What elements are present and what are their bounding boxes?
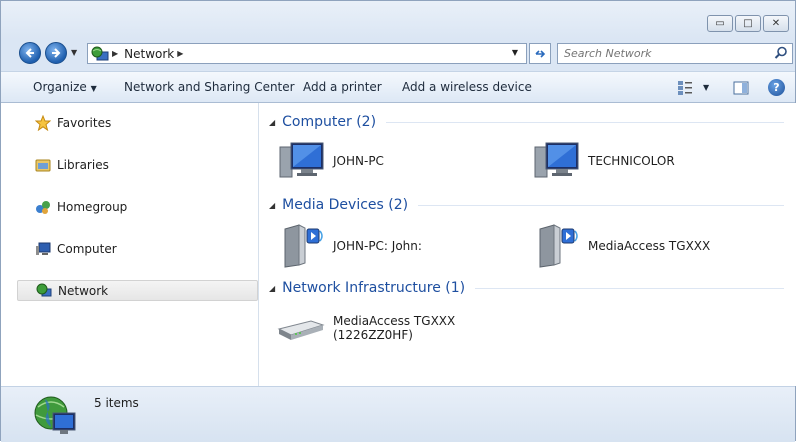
back-arrow-icon xyxy=(25,48,34,58)
item-label: JOHN-PC: John: xyxy=(333,239,422,253)
item-label-line2: (1226ZZ0HF) xyxy=(333,328,413,342)
group-header-network-infrastructure[interactable]: ◢ Network Infrastructure (1) xyxy=(269,278,784,298)
item-label-line1: MediaAccess TGXXX xyxy=(333,314,456,328)
list-item-john-pc[interactable]: JOHN-PC xyxy=(279,141,384,181)
window-controls: ▭ □ ✕ xyxy=(707,15,789,32)
maximize-button[interactable]: □ xyxy=(735,15,761,32)
forward-button[interactable] xyxy=(45,42,67,64)
search-input[interactable] xyxy=(564,45,764,62)
view-options-dropdown[interactable]: ▼ xyxy=(703,83,709,92)
sidebar-item-label: Homegroup xyxy=(57,199,128,214)
address-row: ▼ ▶ Network ▶ ▼ xyxy=(1,39,795,67)
help-button[interactable]: ? xyxy=(768,79,785,96)
organize-label: Organize xyxy=(33,80,87,94)
sidebar-item-libraries[interactable]: Libraries xyxy=(17,154,258,175)
group-header-media-devices[interactable]: ◢ Media Devices (2) xyxy=(269,195,784,215)
star-icon xyxy=(35,114,51,131)
list-item-technicolor[interactable]: TECHNICOLOR xyxy=(534,141,675,181)
sidebar-item-computer[interactable]: Computer xyxy=(17,238,258,259)
item-label: MediaAccess TGXXX (1226ZZ0HF) xyxy=(333,314,455,342)
media-device-icon xyxy=(284,224,323,268)
list-item-john-pc-media[interactable]: JOHN-PC: John: xyxy=(281,223,422,269)
search-icon[interactable] xyxy=(774,46,788,60)
add-wireless-device-button[interactable]: Add a wireless device xyxy=(402,80,532,94)
collapse-triangle-icon[interactable]: ◢ xyxy=(269,118,275,127)
sidebar-item-network[interactable]: Network xyxy=(17,280,258,301)
preview-pane-icon[interactable] xyxy=(733,80,749,96)
details-pane: 5 items xyxy=(1,386,795,442)
group-divider xyxy=(386,121,784,123)
item-label: JOHN-PC xyxy=(333,154,384,168)
change-view-icon[interactable] xyxy=(677,80,693,96)
item-label: MediaAccess TGXXX xyxy=(588,239,711,253)
collapse-triangle-icon[interactable]: ◢ xyxy=(269,201,275,210)
sidebar-item-label: Network xyxy=(58,283,109,298)
group-divider xyxy=(475,287,784,289)
list-item-mediaaccess-media[interactable]: MediaAccess TGXXX xyxy=(536,223,710,269)
computer-monitor-icon xyxy=(534,142,579,178)
close-button[interactable]: ✕ xyxy=(763,15,789,32)
network-globe-large-icon xyxy=(34,396,76,434)
forward-arrow-icon xyxy=(52,48,61,58)
add-printer-button[interactable]: Add a printer xyxy=(303,80,382,94)
address-bar[interactable]: ▶ Network ▶ ▼ xyxy=(87,43,527,64)
chevron-down-icon: ▼ xyxy=(90,84,97,93)
navigation-pane: Favorites Libraries Homegroup Computer N… xyxy=(1,103,259,386)
sidebar-item-label: Libraries xyxy=(57,157,109,172)
organize-menu[interactable]: Organize ▼ xyxy=(33,80,97,94)
explorer-window: ▭ □ ✕ ▼ ▶ Network ▶ ▼ Search Network Org… xyxy=(0,0,796,442)
group-header-computer[interactable]: ◢ Computer (2) xyxy=(269,112,784,132)
item-label: TECHNICOLOR xyxy=(588,154,675,168)
homegroup-icon xyxy=(36,200,50,214)
breadcrumb-root-arrow[interactable]: ▶ xyxy=(112,49,118,58)
content-pane: ◢ Computer (2) JOHN-PC TECHNICOLOR ◢ Med… xyxy=(259,103,796,386)
title-bar: ▭ □ ✕ xyxy=(1,1,795,39)
refresh-button[interactable] xyxy=(529,43,551,64)
sidebar-item-favorites[interactable]: Favorites xyxy=(17,112,258,133)
refresh-icon xyxy=(535,49,546,58)
item-count-label: 5 items xyxy=(94,396,139,410)
search-box[interactable] xyxy=(557,43,793,64)
recent-pages-dropdown[interactable]: ▼ xyxy=(71,48,77,57)
collapse-triangle-icon[interactable]: ◢ xyxy=(269,284,275,293)
list-item-mediaaccess-router[interactable]: MediaAccess TGXXX (1226ZZ0HF) xyxy=(277,313,455,343)
group-divider xyxy=(418,204,784,206)
computer-monitor-icon xyxy=(279,142,324,178)
group-title: Computer (2) xyxy=(282,114,377,130)
breadcrumb-next-arrow[interactable]: ▶ xyxy=(177,49,183,58)
breadcrumb-network[interactable]: Network xyxy=(124,47,174,61)
group-title: Media Devices (2) xyxy=(282,197,409,213)
router-icon xyxy=(277,320,325,340)
libraries-icon xyxy=(35,159,51,171)
sidebar-item-label: Computer xyxy=(57,241,117,256)
network-globe-icon xyxy=(91,46,109,60)
media-device-icon xyxy=(539,224,578,268)
address-history-dropdown[interactable]: ▼ xyxy=(512,48,518,57)
sidebar-item-label: Favorites xyxy=(57,115,112,130)
network-sharing-center-button[interactable]: Network and Sharing Center xyxy=(124,80,295,94)
sidebar-item-homegroup[interactable]: Homegroup xyxy=(17,196,258,217)
minimize-button[interactable]: ▭ xyxy=(707,15,733,32)
computer-icon xyxy=(36,242,51,255)
group-title: Network Infrastructure (1) xyxy=(282,280,466,296)
command-bar: Organize ▼ Network and Sharing Center Ad… xyxy=(1,71,795,103)
back-button[interactable] xyxy=(19,42,41,64)
network-icon xyxy=(36,283,52,296)
